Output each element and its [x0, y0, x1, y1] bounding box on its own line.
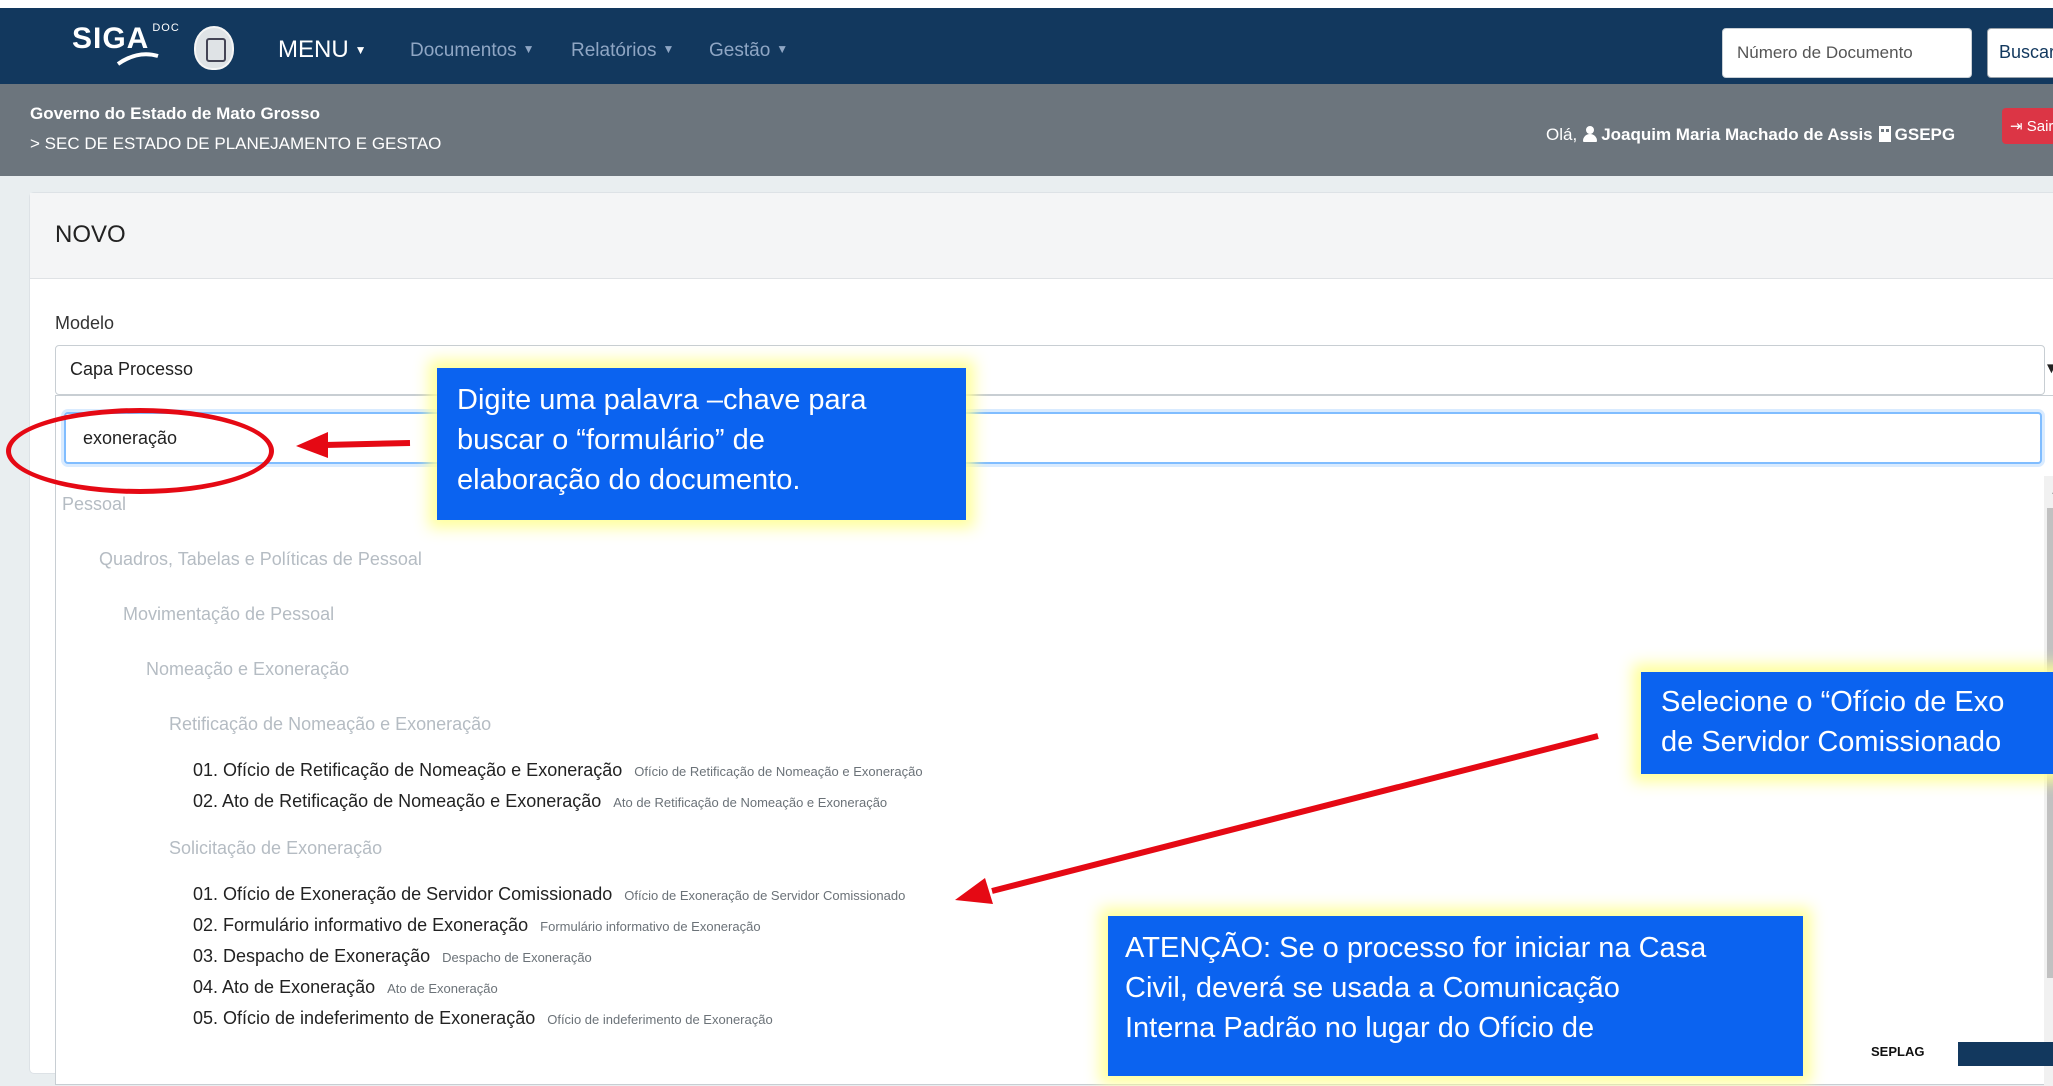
list-item-label: 01. Ofício de Retificação de Nomeação e … [193, 760, 623, 780]
tree-group-movimentacao: Movimentação de Pessoal [123, 604, 335, 624]
seplag-logo-bar [1958, 1042, 2053, 1066]
menu-label: MENU [278, 36, 349, 63]
list-item[interactable]: 02. Formulário informativo de Exoneração… [193, 915, 761, 936]
caret-down-icon: ▼ [354, 43, 367, 57]
nav-relatorios-label: Relatórios [571, 40, 657, 61]
sign-out-icon: ⇥ [2010, 118, 2023, 135]
model-label: Modelo [55, 313, 115, 333]
nav-gestao[interactable]: Gestão ▼ [709, 40, 788, 62]
user-icon [1583, 126, 1598, 142]
search-highlight-ellipse [6, 408, 274, 494]
org-header: Governo do Estado de Mato Grosso > SEC D… [0, 84, 2053, 176]
list-item[interactable]: 01. Ofício de Retificação de Nomeação e … [193, 760, 923, 781]
logout-button[interactable]: ⇥ Sair [2002, 108, 2053, 144]
logo-text: SIGA [72, 22, 150, 55]
list-item-label: 02. Ato de Retificação de Nomeação e Exo… [193, 791, 602, 811]
card-header: NOVO [30, 193, 2053, 279]
model-select[interactable]: Capa Processo ▼ [55, 345, 2053, 395]
tree-group-pessoal: Pessoal [62, 494, 127, 514]
seplag-brand: SEPLAG [1871, 1044, 1925, 1059]
user-name: Joaquim Maria Machado de Assis [1601, 125, 1873, 144]
nav-documentos[interactable]: Documentos ▼ [410, 40, 535, 62]
list-item-desc: Ato de Retificação de Nomeação e Exonera… [613, 795, 888, 810]
caret-down-icon: ▼ [522, 42, 535, 56]
list-item-desc: Ofício de Retificação de Nomeação e Exon… [634, 764, 923, 779]
list-item-label: 01. Ofício de Exoneração de Servidor Com… [193, 884, 613, 904]
warning-line: Civil, deverá se usada a Comunicação [1125, 972, 1620, 1004]
tree-group-solicitacao: Solicitação de Exoneração [169, 838, 383, 858]
dropdown-arrow-icon: ▼ [2044, 360, 2053, 377]
list-item-label: 05. Ofício de indeferimento de Exoneraçã… [193, 1008, 536, 1028]
warning-line: Interna Padrão no lugar do Ofício de [1125, 1012, 1595, 1044]
select-tip-line: Selecione o “Ofício de Exo [1661, 686, 2005, 718]
tree-group-nomeacao: Nomeação e Exoneração [146, 659, 350, 679]
list-item-desc: Ofício de Exoneração de Servidor Comissi… [624, 888, 906, 903]
list-item-label: 04. Ato de Exoneração [193, 977, 376, 997]
tree-group-retificacao: Retificação de Nomeação e Exoneração [169, 714, 492, 734]
user-unit: GSEPG [1894, 125, 1956, 144]
list-item-label: 03. Despacho de Exoneração [193, 946, 431, 966]
dropdown-scrollbar[interactable]: ▲ [2044, 476, 2053, 1086]
warning-line: ATENÇÃO: Se o processo for iniciar na Ca… [1125, 932, 1707, 964]
greeting-prefix: Olá, [1546, 125, 1578, 144]
model-search-input[interactable] [64, 412, 2042, 464]
logo-swoosh-icon [116, 52, 159, 66]
caret-down-icon: ▼ [776, 42, 789, 56]
list-item[interactable]: 02. Ato de Retificação de Nomeação e Exo… [193, 791, 887, 812]
list-item-desc: Ofício de indeferimento de Exoneração [547, 1012, 773, 1027]
list-item-desc: Formulário informativo de Exoneração [540, 919, 761, 934]
search-tip-line: elaboração do documento. [457, 464, 801, 496]
list-item-desc: Ato de Exoneração [387, 981, 498, 996]
list-item-label: 02. Formulário informativo de Exoneração [193, 915, 529, 935]
main-menu-toggle[interactable]: MENU ▼ [278, 36, 367, 64]
nav-documentos-label: Documentos [410, 40, 517, 61]
search-button[interactable]: Buscar [1987, 28, 2053, 78]
search-tip-line: buscar o “formulário” de [457, 424, 765, 456]
caret-down-icon: ▼ [662, 42, 675, 56]
model-select-value: Capa Processo [70, 359, 194, 379]
search-tip-callout: Digite uma palavra –chave para buscar o … [437, 368, 966, 520]
government-name: Governo do Estado de Mato Grosso [30, 104, 320, 123]
list-item[interactable]: 04. Ato de Exoneração Ato de Exoneração [193, 977, 498, 998]
warning-callout: ATENÇÃO: Se o processo for iniciar na Ca… [1108, 916, 1803, 1076]
select-tip-callout: Selecione o “Ofício de Exo de Servidor C… [1641, 672, 2053, 774]
nav-relatorios[interactable]: Relatórios ▼ [571, 40, 674, 62]
list-item-desc: Despacho de Exoneração [442, 950, 592, 965]
nav-gestao-label: Gestão [709, 40, 771, 61]
logout-label: Sair [2026, 118, 2053, 135]
list-item[interactable]: 03. Despacho de Exoneração Despacho de Ex… [193, 946, 592, 967]
document-number-input[interactable] [1722, 28, 1972, 78]
card-title: NOVO [55, 221, 126, 248]
tree-group-quadros: Quadros, Tabelas e Políticas de Pessoal [99, 549, 422, 569]
siga-doc-logo[interactable]: SIGA DOC [72, 22, 180, 56]
search-tip-line: Digite uma palavra –chave para [457, 384, 867, 416]
user-greeting: Olá, Joaquim Maria Machado de Assis GSEPG [1546, 125, 1955, 145]
list-item[interactable]: 05. Ofício de indeferimento de Exoneraçã… [193, 1008, 773, 1029]
building-icon [1878, 126, 1891, 142]
select-tip-line: de Servidor Comissionado [1661, 726, 2002, 758]
state-seal-icon [194, 26, 234, 70]
logo-sup: DOC [152, 22, 180, 34]
secretariat-name: > SEC DE ESTADO DE PLANEJAMENTO E GESTAO [30, 134, 442, 153]
list-item-oficio-exoneracao-comissionado[interactable]: 01. Ofício de Exoneração de Servidor Com… [193, 884, 905, 905]
top-navbar: SIGA DOC MENU ▼ Documentos ▼ Relatórios ▼ Ge… [0, 0, 2053, 84]
